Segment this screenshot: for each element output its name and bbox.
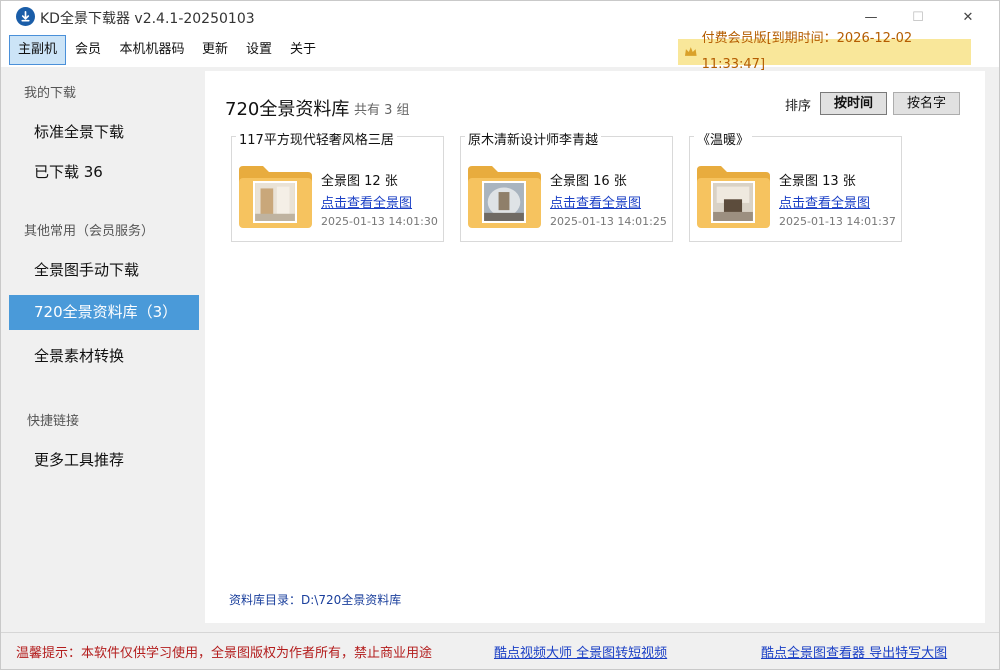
- video-master-link[interactable]: 酷点视频大师 全景图转短视频: [494, 642, 667, 661]
- group-count: 共有 3 组: [354, 103, 410, 118]
- sidebar-item-convert[interactable]: 全景素材转换: [9, 339, 199, 374]
- panorama-viewer-link[interactable]: 酷点全景图查看器 导出特写大图: [761, 642, 947, 661]
- sidebar: 我的下载 标准全景下载 已下载 36 其他常用（会员服务） 全景图手动下载 72…: [9, 71, 199, 623]
- album-card[interactable]: 原木清新设计师李青越 全景图 16 张 点击查看全景图 2025-01-13 1…: [460, 129, 673, 242]
- album-card[interactable]: 117平方现代轻奢风格三居 全景图 12 张 点击查看全景图 2025-01-1…: [231, 129, 444, 242]
- view-panorama-link[interactable]: 点击查看全景图: [550, 192, 641, 211]
- album-title: 117平方现代轻奢风格三居: [236, 129, 397, 148]
- sidebar-item-manual-download[interactable]: 全景图手动下载: [9, 253, 199, 288]
- panorama-thumbnail[interactable]: [482, 181, 526, 223]
- album-count: 全景图 12 张: [321, 174, 398, 189]
- album-card[interactable]: 《温暖》 全景图 13 张 点击查看全景图 2025-01-13 14:01:3…: [689, 129, 902, 242]
- menu-update[interactable]: 更新: [197, 35, 233, 65]
- sort-label: 排序: [785, 99, 812, 114]
- menu-member[interactable]: 会员: [69, 35, 107, 65]
- sidebar-heading-common: 其他常用（会员服务）: [24, 224, 155, 239]
- album-count: 全景图 16 张: [550, 174, 627, 189]
- menu-main-sub[interactable]: 主副机: [9, 35, 66, 65]
- app-window: KD全景下载器 v2.4.1-20250103 — ☐ ✕ 主副机 会员 本机机…: [0, 0, 1000, 670]
- menu-settings[interactable]: 设置: [241, 35, 277, 65]
- library-directory[interactable]: 资料库目录：D:\720全景资料库: [229, 591, 401, 608]
- album-date: 2025-01-13 14:01:30: [321, 215, 438, 228]
- menu-machine-code[interactable]: 本机机器码: [113, 35, 191, 65]
- window-title: KD全景下载器 v2.4.1-20250103: [40, 11, 255, 27]
- sidebar-item-library[interactable]: 720全景资料库（3）: [9, 295, 199, 330]
- album-title: 《温暖》: [694, 129, 753, 148]
- sidebar-item-standard-download[interactable]: 标准全景下载: [9, 115, 199, 150]
- sidebar-item-more-tools[interactable]: 更多工具推荐: [9, 443, 199, 478]
- album-date: 2025-01-13 14:01:37: [779, 215, 896, 228]
- page-title: 720全景资料库: [225, 99, 350, 120]
- sidebar-heading-links: 快捷链接: [27, 414, 80, 429]
- copyright-warning: 温馨提示：本软件仅供学习使用，全景图版权为作者所有，禁止商业用途: [16, 646, 433, 661]
- vip-status-badge[interactable]: 付费会员版[到期时间：2026-12-02 11:33:47]: [678, 31, 971, 72]
- panorama-thumbnail[interactable]: [711, 181, 755, 223]
- album-count: 全景图 13 张: [779, 174, 856, 189]
- view-panorama-link[interactable]: 点击查看全景图: [321, 192, 412, 211]
- sidebar-item-downloaded[interactable]: 已下载 36: [9, 155, 199, 190]
- panorama-thumbnail[interactable]: [253, 181, 297, 223]
- library-panel: 720全景资料库 共有 3 组 排序 按时间 按名字 117平方现代轻奢风格三居…: [205, 71, 985, 623]
- download-circle-icon: [16, 7, 35, 26]
- crown-icon: [684, 47, 697, 56]
- menu-about[interactable]: 关于: [285, 35, 321, 65]
- sort-by-name-button[interactable]: 按名字: [893, 92, 960, 115]
- status-bar: 温馨提示：本软件仅供学习使用，全景图版权为作者所有，禁止商业用途 酷点视频大师 …: [1, 632, 999, 669]
- album-date: 2025-01-13 14:01:25: [550, 215, 667, 228]
- menu-bar: 主副机 会员 本机机器码 更新 设置 关于 付费会员版[到期时间：2026-12…: [1, 31, 999, 72]
- view-panorama-link[interactable]: 点击查看全景图: [779, 192, 870, 211]
- album-title: 原木清新设计师李青越: [465, 129, 602, 148]
- sidebar-heading-downloads: 我的下载: [24, 86, 77, 101]
- sort-by-time-button[interactable]: 按时间: [820, 92, 887, 115]
